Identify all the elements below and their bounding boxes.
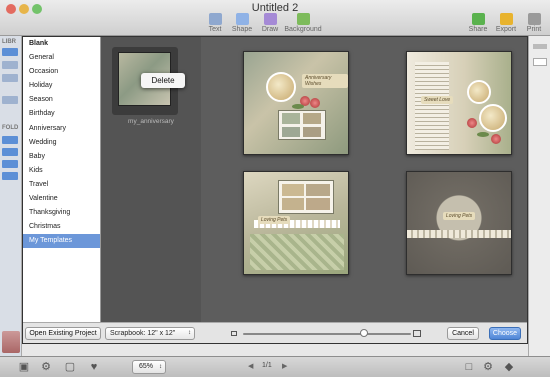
layers-icon[interactable]: ◆	[503, 361, 515, 373]
category-item-christmas[interactable]: Christmas	[23, 220, 100, 234]
category-item-thanksgiving[interactable]: Thanksgiving	[23, 206, 100, 220]
draw-tool-button[interactable]: Draw	[253, 13, 287, 33]
category-item-anniversary[interactable]: Anniversary	[23, 122, 100, 136]
export-icon	[499, 13, 513, 25]
print-label: Print	[526, 26, 542, 33]
template-photo	[467, 80, 491, 104]
background-tool-button[interactable]: Background	[283, 13, 323, 33]
category-list[interactable]: Blank General Occasion Holiday Season Bi…	[23, 37, 101, 322]
template-title: Anniversary Wishes	[302, 74, 348, 88]
category-item-birthday[interactable]: Birthday	[23, 107, 100, 121]
chevron-updown-icon: ↕	[188, 330, 191, 336]
cancel-button[interactable]: Cancel	[447, 327, 479, 340]
sheet-footer: Open Existing Project Scrapbook: 12" x 1…	[23, 322, 527, 343]
category-item-kids[interactable]: Kids	[23, 164, 100, 178]
large-thumbnail-icon	[413, 330, 421, 337]
chevron-updown-icon: ↕	[159, 364, 162, 370]
folder-item[interactable]	[2, 148, 18, 156]
library-item[interactable]	[2, 74, 18, 82]
draw-icon	[263, 13, 277, 25]
library-section-label: LIBR	[2, 39, 16, 45]
inspector-panel	[528, 36, 550, 356]
my-template-name: my_anniversary	[128, 118, 174, 125]
share-label: Share	[468, 26, 488, 33]
gear-icon[interactable]: ⚙	[40, 361, 52, 373]
choose-button[interactable]: Choose	[489, 327, 521, 340]
text-icon	[208, 13, 222, 25]
template-photo	[479, 104, 507, 132]
heart-icon[interactable]: ♥	[88, 361, 100, 373]
library-item[interactable]	[2, 48, 18, 56]
open-existing-project-button[interactable]: Open Existing Project	[25, 327, 101, 340]
category-item-occasion[interactable]: Occasion	[23, 65, 100, 79]
category-item-wedding[interactable]: Wedding	[23, 136, 100, 150]
print-button[interactable]: Print	[517, 13, 550, 33]
toolbar: Untitled 2 Text Shape Draw Background Sh…	[0, 0, 550, 36]
page-indicator: 1/1	[262, 362, 272, 369]
text-tool-label: Text	[208, 26, 222, 33]
thumbnail-size-slider[interactable]	[243, 333, 411, 335]
zoom-select[interactable]: 65% ↕	[132, 360, 166, 374]
template-title: Sweet Love	[421, 96, 454, 104]
category-item-general[interactable]: General	[23, 51, 100, 65]
next-page-icon[interactable]: ▶	[282, 362, 287, 370]
zoom-value: 65%	[139, 363, 154, 370]
layout-icon[interactable]: ▣	[18, 361, 30, 373]
shape-tool-label: Shape	[231, 26, 253, 33]
category-item-my-templates[interactable]: My Templates	[23, 234, 100, 249]
shape-icon	[235, 13, 249, 25]
small-thumbnail-icon	[231, 331, 237, 336]
share-icon	[471, 13, 485, 25]
category-item-valentine[interactable]: Valentine	[23, 192, 100, 206]
template-photo	[266, 72, 296, 102]
app-sidebar: LIBR FOLD	[0, 36, 22, 356]
category-item-holiday[interactable]: Holiday	[23, 79, 100, 93]
thumbnail-size-slider-knob[interactable]	[359, 329, 368, 337]
template-card-pets-dark[interactable]: Loving Pets	[406, 171, 512, 275]
category-item-season[interactable]: Season	[23, 93, 100, 107]
folder-item[interactable]	[2, 172, 18, 180]
library-item[interactable]	[2, 61, 18, 69]
crop-icon[interactable]: ▢	[64, 361, 76, 373]
previous-page-icon[interactable]: ◀	[248, 362, 253, 370]
template-card-anniversary[interactable]: Anniversary Wishes	[243, 51, 349, 155]
draw-tool-label: Draw	[261, 26, 279, 33]
export-label: Export	[495, 26, 517, 33]
template-card-pets[interactable]: Loving Pets	[243, 171, 349, 275]
category-item-blank[interactable]: Blank	[23, 37, 100, 51]
category-item-travel[interactable]: Travel	[23, 178, 100, 192]
scrapbook-size-select[interactable]: Scrapbook: 12" x 12" ↕	[105, 327, 195, 340]
background-icon	[296, 13, 310, 25]
template-title: Loving Pets	[258, 216, 291, 224]
template-gallery: Anniversary Wishes Sweet Love Loving Pet…	[201, 37, 527, 322]
bottom-bar: ▣ ⚙ ▢ ♥ 65% ↕ ◀ 1/1 ▶ □ ⚙ ◆	[0, 356, 550, 377]
category-item-baby[interactable]: Baby	[23, 150, 100, 164]
print-icon	[527, 13, 541, 25]
background-tool-label: Background	[284, 26, 322, 33]
context-menu-delete[interactable]: Delete	[141, 73, 185, 88]
my-templates-pane: my_anniversary Delete	[101, 37, 201, 322]
scrapbook-size-value: Scrapbook: 12" x 12"	[110, 330, 176, 337]
folder-item[interactable]	[2, 160, 18, 168]
folders-section-label: FOLD	[2, 125, 19, 131]
photo-thumbnail[interactable]	[2, 331, 20, 353]
template-chooser-sheet: Blank General Occasion Holiday Season Bi…	[22, 36, 528, 344]
settings-icon[interactable]: ⚙	[482, 361, 494, 373]
template-title: Loving Pets	[443, 212, 476, 220]
square-icon[interactable]: □	[463, 361, 475, 373]
template-card-love[interactable]: Sweet Love	[406, 51, 512, 155]
library-item[interactable]	[2, 96, 18, 104]
folder-item[interactable]	[2, 136, 18, 144]
